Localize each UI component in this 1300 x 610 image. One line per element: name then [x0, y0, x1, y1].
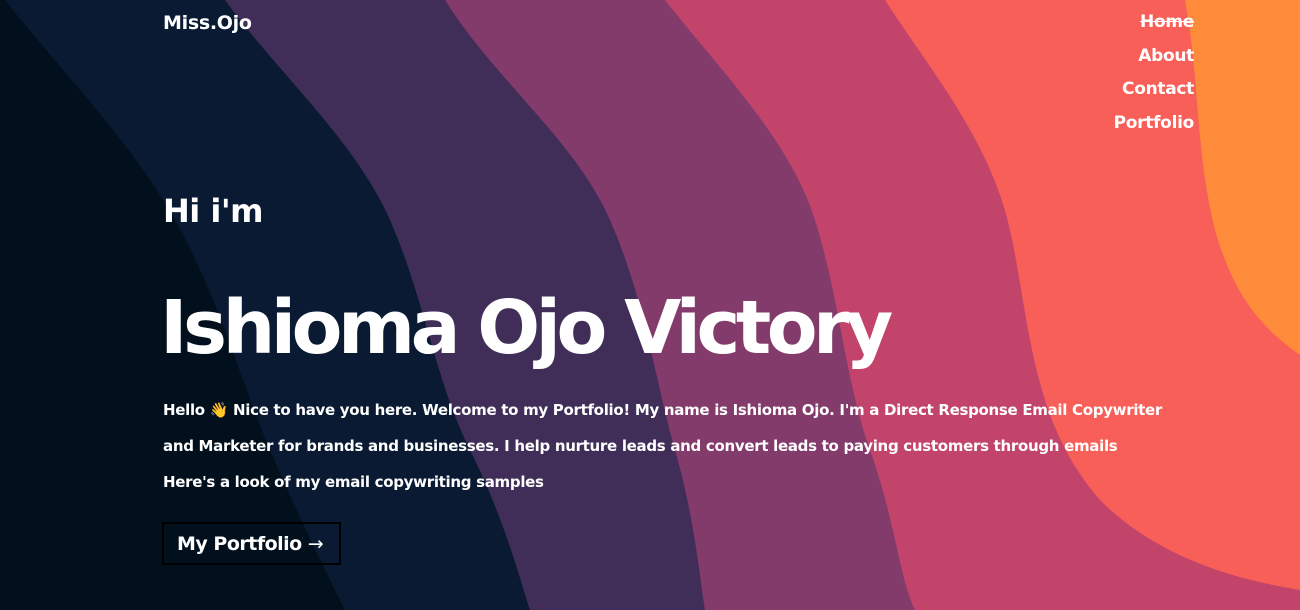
my-portfolio-button[interactable]: My Portfolio → — [162, 522, 341, 565]
hero-intro: Hello 👋 Nice to have you here. Welcome t… — [163, 401, 1163, 491]
nav-link-contact[interactable]: Contact — [1122, 77, 1194, 111]
arrow-right-icon: → — [307, 532, 324, 555]
hero-greeting: Hi i'm — [163, 192, 264, 230]
brand-logo[interactable]: Miss.Ojo — [163, 12, 252, 34]
portfolio-page: Miss.Ojo Home About Contact Portfolio Hi… — [0, 0, 1300, 610]
my-portfolio-button-label: My Portfolio — [177, 532, 302, 555]
nav-link-portfolio[interactable]: Portfolio — [1114, 111, 1195, 145]
nav-link-about[interactable]: About — [1138, 44, 1194, 78]
hero-name: Ishioma Ojo Victory — [160, 285, 893, 371]
main-nav: Home About Contact Portfolio — [1114, 10, 1195, 145]
nav-link-home[interactable]: Home — [1140, 10, 1194, 44]
